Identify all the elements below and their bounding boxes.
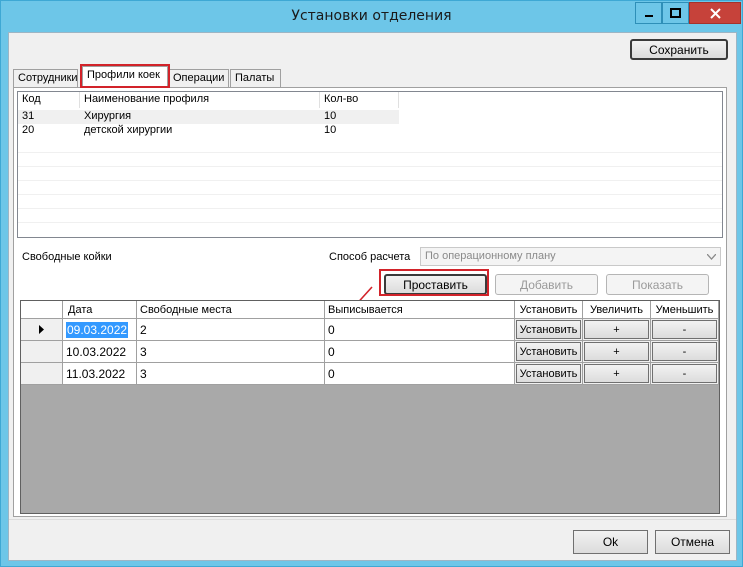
row-set-button[interactable]: Установить — [516, 364, 581, 383]
table-row[interactable]: 10.03.2022 3 0 Установить + - — [21, 341, 719, 363]
cell-free-places[interactable]: 3 — [137, 363, 325, 385]
column-header-name[interactable]: Наименование профиля — [80, 92, 320, 108]
list-gridline — [18, 208, 722, 209]
title-bar[interactable]: Установки отделения — [1, 1, 742, 32]
column-header-date[interactable]: Дата — [63, 301, 137, 319]
cell-decrease: - — [651, 341, 719, 363]
column-header-decrease[interactable]: Уменьшить — [651, 301, 719, 319]
grid-header-row: Дата Свободные места Выписывается Устано… — [21, 301, 719, 319]
profile-count: 10 — [324, 124, 337, 136]
row-increase-button[interactable]: + — [584, 320, 649, 339]
maximize-icon — [670, 8, 681, 18]
profiles-list-header: Код Наименование профиля Кол-во — [18, 92, 722, 108]
list-item[interactable]: 31 Хирургия 10 — [18, 110, 399, 124]
minimize-icon — [644, 15, 653, 17]
minimize-button[interactable] — [635, 2, 662, 24]
row-decrease-button[interactable]: - — [652, 320, 717, 339]
cell-date[interactable]: 10.03.2022 — [63, 341, 137, 363]
column-header-code[interactable]: Код — [18, 92, 80, 108]
row-header-current[interactable] — [21, 319, 63, 341]
calc-method-label: Способ расчета — [329, 251, 411, 263]
column-header-increase[interactable]: Увеличить — [583, 301, 651, 319]
cell-increase: + — [583, 341, 651, 363]
tab-wards[interactable]: Палаты — [230, 69, 281, 87]
cell-increase: + — [583, 319, 651, 341]
app-window: Установки отделения Сохранить Сотрудники… — [0, 0, 743, 567]
list-gridline — [18, 180, 722, 181]
profile-code: 31 — [22, 110, 35, 122]
profile-code: 20 — [22, 124, 35, 136]
close-icon — [709, 7, 721, 19]
column-header-discharged[interactable]: Выписывается — [325, 301, 515, 319]
tab-bed-profiles[interactable]: Профили коек — [82, 66, 168, 88]
profile-name: детской хирургии — [84, 124, 173, 136]
list-gridline — [18, 166, 722, 167]
cell-set: Установить — [515, 363, 583, 385]
list-gridline — [18, 152, 722, 153]
grid-corner-cell — [21, 301, 63, 319]
cell-discharged[interactable]: 0 — [325, 363, 515, 385]
tab-operations[interactable]: Операции — [168, 69, 229, 87]
calc-method-value: По операционному плану — [425, 250, 556, 262]
cancel-button[interactable]: Отмена — [655, 530, 730, 554]
row-set-button[interactable]: Установить — [516, 320, 581, 339]
cell-decrease: - — [651, 363, 719, 385]
close-button[interactable] — [689, 2, 741, 24]
show-button[interactable]: Показать — [606, 274, 709, 295]
profiles-list[interactable]: Код Наименование профиля Кол-во 31 Хирур… — [17, 91, 723, 238]
set-button[interactable]: Проставить — [384, 274, 487, 295]
chevron-down-icon — [704, 249, 718, 264]
row-set-button[interactable]: Установить — [516, 342, 581, 361]
cell-discharged[interactable]: 0 — [325, 341, 515, 363]
save-button[interactable]: Сохранить — [630, 39, 728, 60]
free-beds-grid[interactable]: Дата Свободные места Выписывается Устано… — [20, 300, 720, 514]
maximize-button[interactable] — [662, 2, 689, 24]
calc-method-select[interactable]: По операционному плану — [420, 247, 721, 266]
window-title: Установки отделения — [291, 8, 452, 24]
column-header-count[interactable]: Кол-во — [320, 92, 399, 108]
cell-discharged[interactable]: 0 — [325, 319, 515, 341]
dialog-client-area: Сохранить Сотрудники Профили коек Операц… — [8, 32, 737, 561]
cell-decrease: - — [651, 319, 719, 341]
cell-increase: + — [583, 363, 651, 385]
row-header[interactable] — [21, 341, 63, 363]
row-header[interactable] — [21, 363, 63, 385]
current-row-arrow-icon — [38, 325, 44, 334]
dialog-footer: Ok Отмена — [9, 519, 736, 560]
row-increase-button[interactable]: + — [584, 364, 649, 383]
row-decrease-button[interactable]: - — [652, 342, 717, 361]
add-button[interactable]: Добавить — [495, 274, 598, 295]
table-row[interactable]: 11.03.2022 3 0 Установить + - — [21, 363, 719, 385]
free-beds-label: Свободные койки — [22, 251, 112, 263]
cell-date[interactable]: 09.03.2022 — [63, 319, 137, 341]
profile-name: Хирургия — [84, 110, 132, 122]
row-decrease-button[interactable]: - — [652, 364, 717, 383]
cell-set: Установить — [515, 319, 583, 341]
cell-free-places[interactable]: 2 — [137, 319, 325, 341]
cell-set: Установить — [515, 341, 583, 363]
column-header-free-places[interactable]: Свободные места — [137, 301, 325, 319]
profile-count: 10 — [324, 110, 337, 122]
list-gridline — [18, 222, 722, 223]
tab-employees[interactable]: Сотрудники — [13, 69, 78, 87]
row-increase-button[interactable]: + — [584, 342, 649, 361]
column-header-set[interactable]: Установить — [515, 301, 583, 319]
cell-date[interactable]: 11.03.2022 — [63, 363, 137, 385]
table-row[interactable]: 09.03.2022 2 0 Установить + - — [21, 319, 719, 341]
list-gridline — [18, 194, 722, 195]
cell-free-places[interactable]: 3 — [137, 341, 325, 363]
ok-button[interactable]: Ok — [573, 530, 648, 554]
cell-date-text: 09.03.2022 — [66, 321, 129, 338]
list-item[interactable]: 20 детской хирургии 10 — [18, 124, 399, 138]
